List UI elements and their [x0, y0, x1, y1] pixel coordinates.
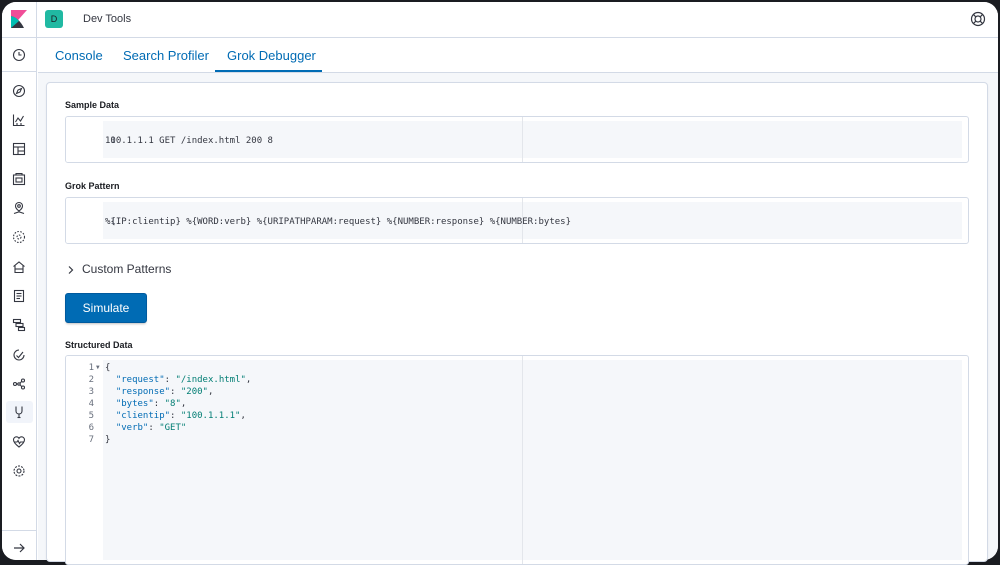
tab-console[interactable]: Console: [55, 48, 103, 63]
sample-data-editor[interactable]: 1 100.1.1.1 GET /index.html 200 8: [65, 116, 969, 163]
side-nav: [2, 38, 37, 560]
visualize-icon[interactable]: [12, 113, 26, 127]
sample-data-line[interactable]: 100.1.1.1 GET /index.html 200 8: [105, 135, 273, 147]
compass-icon[interactable]: [12, 84, 26, 98]
monitoring-icon[interactable]: [12, 435, 26, 449]
output-line: "clientip": "100.1.1.1",: [115, 411, 246, 421]
fold-caret-icon[interactable]: ▼: [96, 362, 100, 374]
maps-icon[interactable]: [12, 201, 26, 215]
chevron-right-icon: [68, 266, 74, 274]
dev-tools-tabs: Console Search Profiler Grok Debugger: [38, 38, 998, 72]
custom-patterns-label: Custom Patterns: [82, 262, 172, 276]
apm-icon[interactable]: [12, 318, 26, 332]
page-title: Dev Tools: [83, 13, 132, 25]
structured-data-output[interactable]: 1 ▼{ 2 "request": "/index.html", 3 "respo…: [65, 355, 969, 565]
output-line: "verb": "GET": [115, 423, 187, 433]
help-icon[interactable]: [970, 11, 986, 27]
simulate-button[interactable]: Simulate: [65, 293, 147, 323]
clock-icon[interactable]: [12, 48, 26, 62]
sample-data-label: Sample Data: [65, 100, 120, 110]
arrow-right-icon[interactable]: [12, 541, 26, 555]
space-avatar[interactable]: D: [45, 10, 63, 28]
output-line: "response": "200",: [115, 387, 214, 397]
output-line: }: [105, 435, 111, 445]
devtools-icon[interactable]: [12, 405, 26, 419]
graph-icon[interactable]: [12, 377, 26, 391]
kibana-logo-icon[interactable]: [11, 10, 27, 28]
tab-search-profiler[interactable]: Search Profiler: [123, 48, 209, 63]
structured-data-label: Structured Data: [65, 340, 133, 350]
output-line: "bytes": "8",: [115, 399, 187, 409]
tab-grok-debugger[interactable]: Grok Debugger: [227, 48, 316, 63]
ml-icon[interactable]: [12, 230, 26, 244]
top-header: D Dev Tools: [2, 2, 998, 38]
uptime-icon[interactable]: [12, 348, 26, 362]
output-line: "request": "/index.html",: [115, 375, 252, 385]
dashboard-icon[interactable]: [12, 142, 26, 156]
canvas-icon[interactable]: [12, 172, 26, 186]
grok-pattern-label: Grok Pattern: [65, 181, 120, 191]
grok-pattern-editor[interactable]: 1 %{IP:clientip} %{WORD:verb} %{URIPATHPA…: [65, 197, 969, 244]
output-line: {: [105, 363, 111, 373]
logs-icon[interactable]: [12, 289, 26, 303]
management-icon[interactable]: [12, 464, 26, 478]
infrastructure-icon[interactable]: [12, 260, 26, 274]
grok-pattern-line[interactable]: %{IP:clientip} %{WORD:verb} %{URIPATHPAR…: [105, 216, 571, 228]
